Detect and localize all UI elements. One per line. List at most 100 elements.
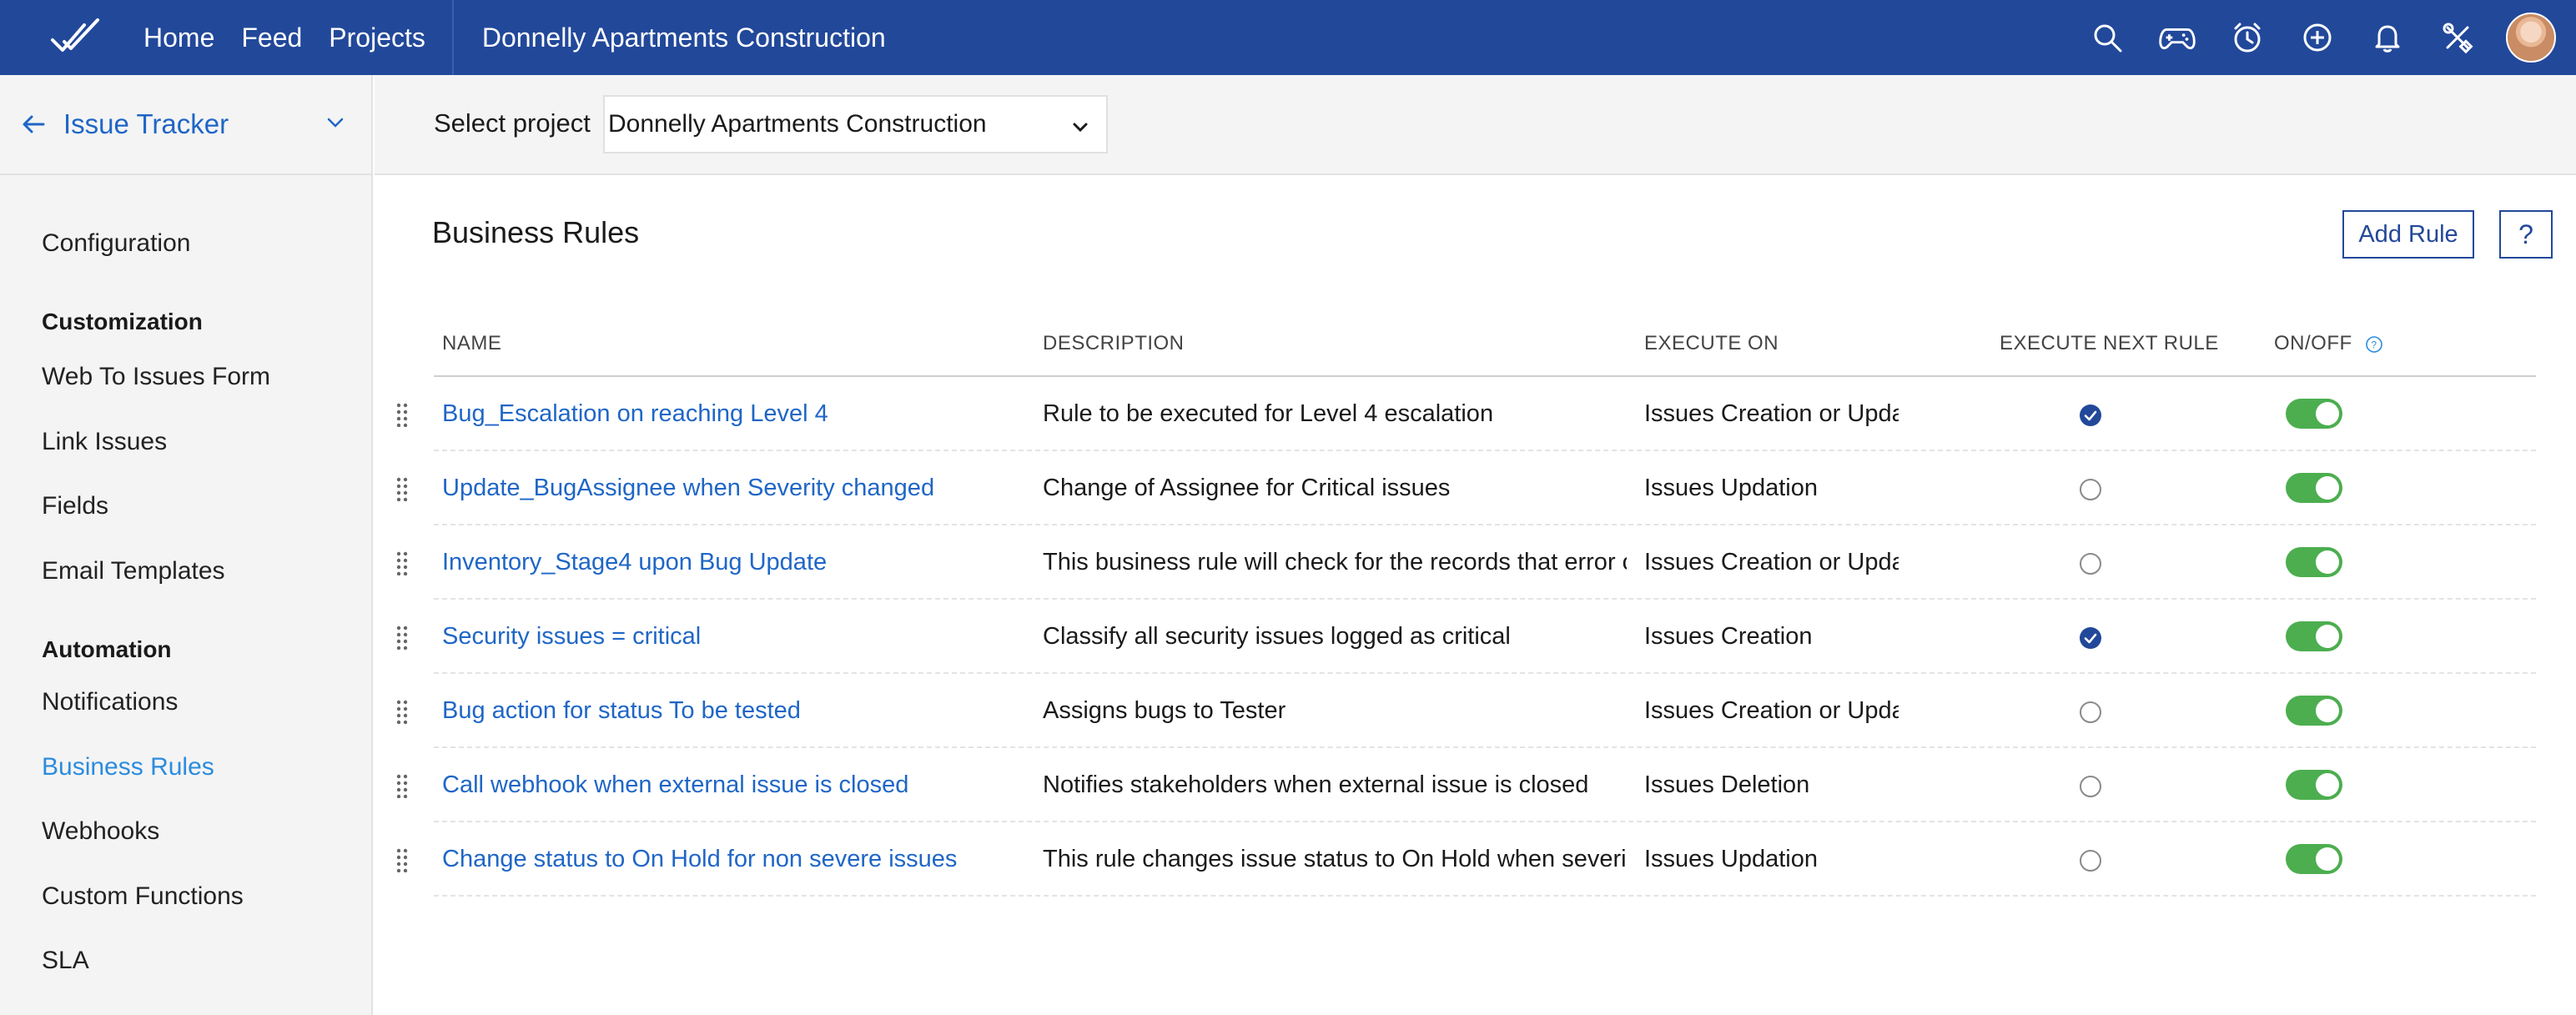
- toggle-knob: [2316, 773, 2339, 796]
- sidebar-item-fields[interactable]: Fields: [42, 492, 108, 520]
- select-project-label: Select project: [434, 108, 591, 138]
- project-selector-bar: Select project Donnelly Apartments Const…: [375, 75, 2576, 175]
- chevron-down-icon: [1073, 123, 1088, 133]
- rule-name-link[interactable]: Security issues = critical: [442, 623, 1026, 651]
- nav-projects[interactable]: Projects: [329, 23, 425, 53]
- svg-text:?: ?: [2371, 339, 2377, 350]
- execute-next-rule-radio[interactable]: [2080, 404, 2101, 426]
- sidebar-item-business-rules[interactable]: Business Rules: [42, 753, 214, 781]
- bell-icon[interactable]: [2369, 19, 2406, 56]
- rule-execute-on: Issues Updation: [1644, 846, 1818, 872]
- rule-description: Assigns bugs to Tester: [1043, 697, 1286, 724]
- rule-enabled-toggle[interactable]: [2286, 473, 2342, 503]
- column-header-execute-next-rule: EXECUTE NEXT RULE: [2000, 332, 2219, 354]
- table-row: Inventory_Stage4 upon Bug Update This bus…: [396, 525, 2536, 600]
- rule-enabled-toggle[interactable]: [2286, 621, 2342, 651]
- user-avatar[interactable]: [2506, 13, 2556, 63]
- back-arrow-icon[interactable]: [18, 109, 48, 139]
- gamepad-icon[interactable]: [2159, 19, 2196, 56]
- sidebar-item-sla[interactable]: SLA: [42, 947, 89, 975]
- rule-enabled-toggle[interactable]: [2286, 844, 2342, 874]
- execute-next-rule-radio[interactable]: [2080, 776, 2101, 797]
- execute-next-rule-radio[interactable]: [2080, 701, 2101, 723]
- sidebar-item-web-to-issues-form[interactable]: Web To Issues Form: [42, 363, 270, 391]
- rule-name-link[interactable]: Bug action for status To be tested: [442, 697, 1026, 725]
- add-circle-icon[interactable]: [2299, 19, 2336, 56]
- tools-icon[interactable]: [2439, 19, 2476, 56]
- execute-next-rule-radio[interactable]: [2080, 553, 2101, 575]
- table-row: Change status to On Hold for non severe …: [396, 822, 2536, 897]
- execute-next-rule-radio[interactable]: [2080, 627, 2101, 649]
- table-row: Call webhook when external issue is clos…: [396, 748, 2536, 822]
- rule-description: Classify all security issues logged as c…: [1043, 623, 1511, 650]
- rule-execute-on: Issues Deletion: [1644, 771, 1810, 798]
- nav-feed[interactable]: Feed: [241, 23, 302, 53]
- nav-home[interactable]: Home: [143, 23, 214, 53]
- toggle-knob: [2316, 402, 2339, 425]
- drag-handle-icon[interactable]: [395, 550, 409, 576]
- drag-handle-icon[interactable]: [395, 625, 409, 651]
- search-icon[interactable]: [2089, 19, 2126, 56]
- rule-description: Notifies stakeholders when external issu…: [1043, 771, 1589, 798]
- rule-name-link[interactable]: Bug_Escalation on reaching Level 4: [442, 400, 1026, 428]
- sidebar-section-customization: Customization: [42, 309, 203, 334]
- column-header-on-off-label: ON/OFF: [2274, 332, 2352, 354]
- drag-handle-icon[interactable]: [395, 773, 409, 799]
- business-rules-table: NAME DESCRIPTION EXECUTE ON EXECUTE NEXT…: [396, 309, 2536, 897]
- drag-handle-icon[interactable]: [395, 699, 409, 725]
- rule-description: Rule to be executed for Level 4 escalati…: [1043, 400, 1494, 427]
- table-row: Update_BugAssignee when Severity changed…: [396, 451, 2536, 525]
- sidebar-item-custom-functions[interactable]: Custom Functions: [42, 882, 244, 911]
- sidebar-item-webhooks[interactable]: Webhooks: [42, 817, 159, 846]
- sidebar-item-notifications[interactable]: Notifications: [42, 688, 178, 716]
- column-header-name: NAME: [442, 332, 502, 354]
- drag-handle-icon[interactable]: [395, 847, 409, 873]
- project-dropdown[interactable]: Donnelly Apartments Construction: [603, 95, 1108, 153]
- add-rule-button[interactable]: Add Rule: [2342, 210, 2474, 259]
- chevron-down-icon[interactable]: [325, 112, 346, 133]
- help-button[interactable]: ?: [2499, 210, 2553, 259]
- execute-next-rule-radio[interactable]: [2080, 479, 2101, 500]
- rule-name-link[interactable]: Inventory_Stage4 upon Bug Update: [442, 549, 1026, 576]
- rule-execute-on: Issues Creation or Updation: [1644, 400, 1899, 427]
- rule-name-link[interactable]: Update_BugAssignee when Severity changed: [442, 475, 1026, 502]
- sidebar-title[interactable]: Issue Tracker: [63, 108, 229, 140]
- top-navigation-bar: Home Feed Projects Donnelly Apartments C…: [0, 0, 2576, 75]
- table-header: NAME DESCRIPTION EXECUTE ON EXECUTE NEXT…: [434, 309, 2536, 377]
- toggle-knob: [2316, 625, 2339, 648]
- app-logo-icon[interactable]: [27, 0, 125, 75]
- column-header-description: DESCRIPTION: [1043, 332, 1185, 354]
- current-project-title[interactable]: Donnelly Apartments Construction: [482, 23, 886, 53]
- sidebar-item-link-issues[interactable]: Link Issues: [42, 428, 167, 456]
- rule-enabled-toggle[interactable]: [2286, 547, 2342, 577]
- help-circle-icon[interactable]: ?: [2365, 335, 2383, 354]
- sidebar-item-configuration[interactable]: Configuration: [42, 229, 190, 258]
- sidebar-header: Issue Tracker: [0, 75, 371, 175]
- page-title: Business Rules: [432, 215, 640, 249]
- toggle-knob: [2316, 476, 2339, 500]
- rule-enabled-toggle[interactable]: [2286, 696, 2342, 726]
- settings-sidebar: Issue Tracker Configuration Customizatio…: [0, 75, 373, 1015]
- toggle-knob: [2316, 699, 2339, 722]
- toggle-knob: [2316, 847, 2339, 871]
- project-dropdown-value: Donnelly Apartments Construction: [608, 110, 987, 138]
- rule-enabled-toggle[interactable]: [2286, 399, 2342, 429]
- rule-name-link[interactable]: Change status to On Hold for non severe …: [442, 846, 1026, 873]
- drag-handle-icon[interactable]: [395, 402, 409, 428]
- execute-next-rule-radio[interactable]: [2080, 850, 2101, 872]
- rule-execute-on: Issues Creation or Updation: [1644, 549, 1899, 575]
- sidebar-section-automation: Automation: [42, 636, 172, 662]
- timer-icon[interactable]: [2229, 19, 2266, 56]
- rule-execute-on: Issues Creation or Updation: [1644, 697, 1899, 724]
- rule-description: Change of Assignee for Critical issues: [1043, 475, 1451, 501]
- rule-name-link[interactable]: Call webhook when external issue is clos…: [442, 771, 1026, 799]
- drag-handle-icon[interactable]: [395, 476, 409, 502]
- topbar-icons: [2055, 0, 2556, 75]
- toggle-knob: [2316, 550, 2339, 574]
- topbar-divider: [451, 0, 454, 75]
- column-header-execute-on: EXECUTE ON: [1644, 332, 1779, 354]
- column-header-on-off: ON/OFF ?: [2274, 332, 2383, 355]
- rule-description: This rule changes issue status to On Hol…: [1043, 846, 1627, 872]
- sidebar-item-email-templates[interactable]: Email Templates: [42, 557, 225, 585]
- rule-enabled-toggle[interactable]: [2286, 770, 2342, 800]
